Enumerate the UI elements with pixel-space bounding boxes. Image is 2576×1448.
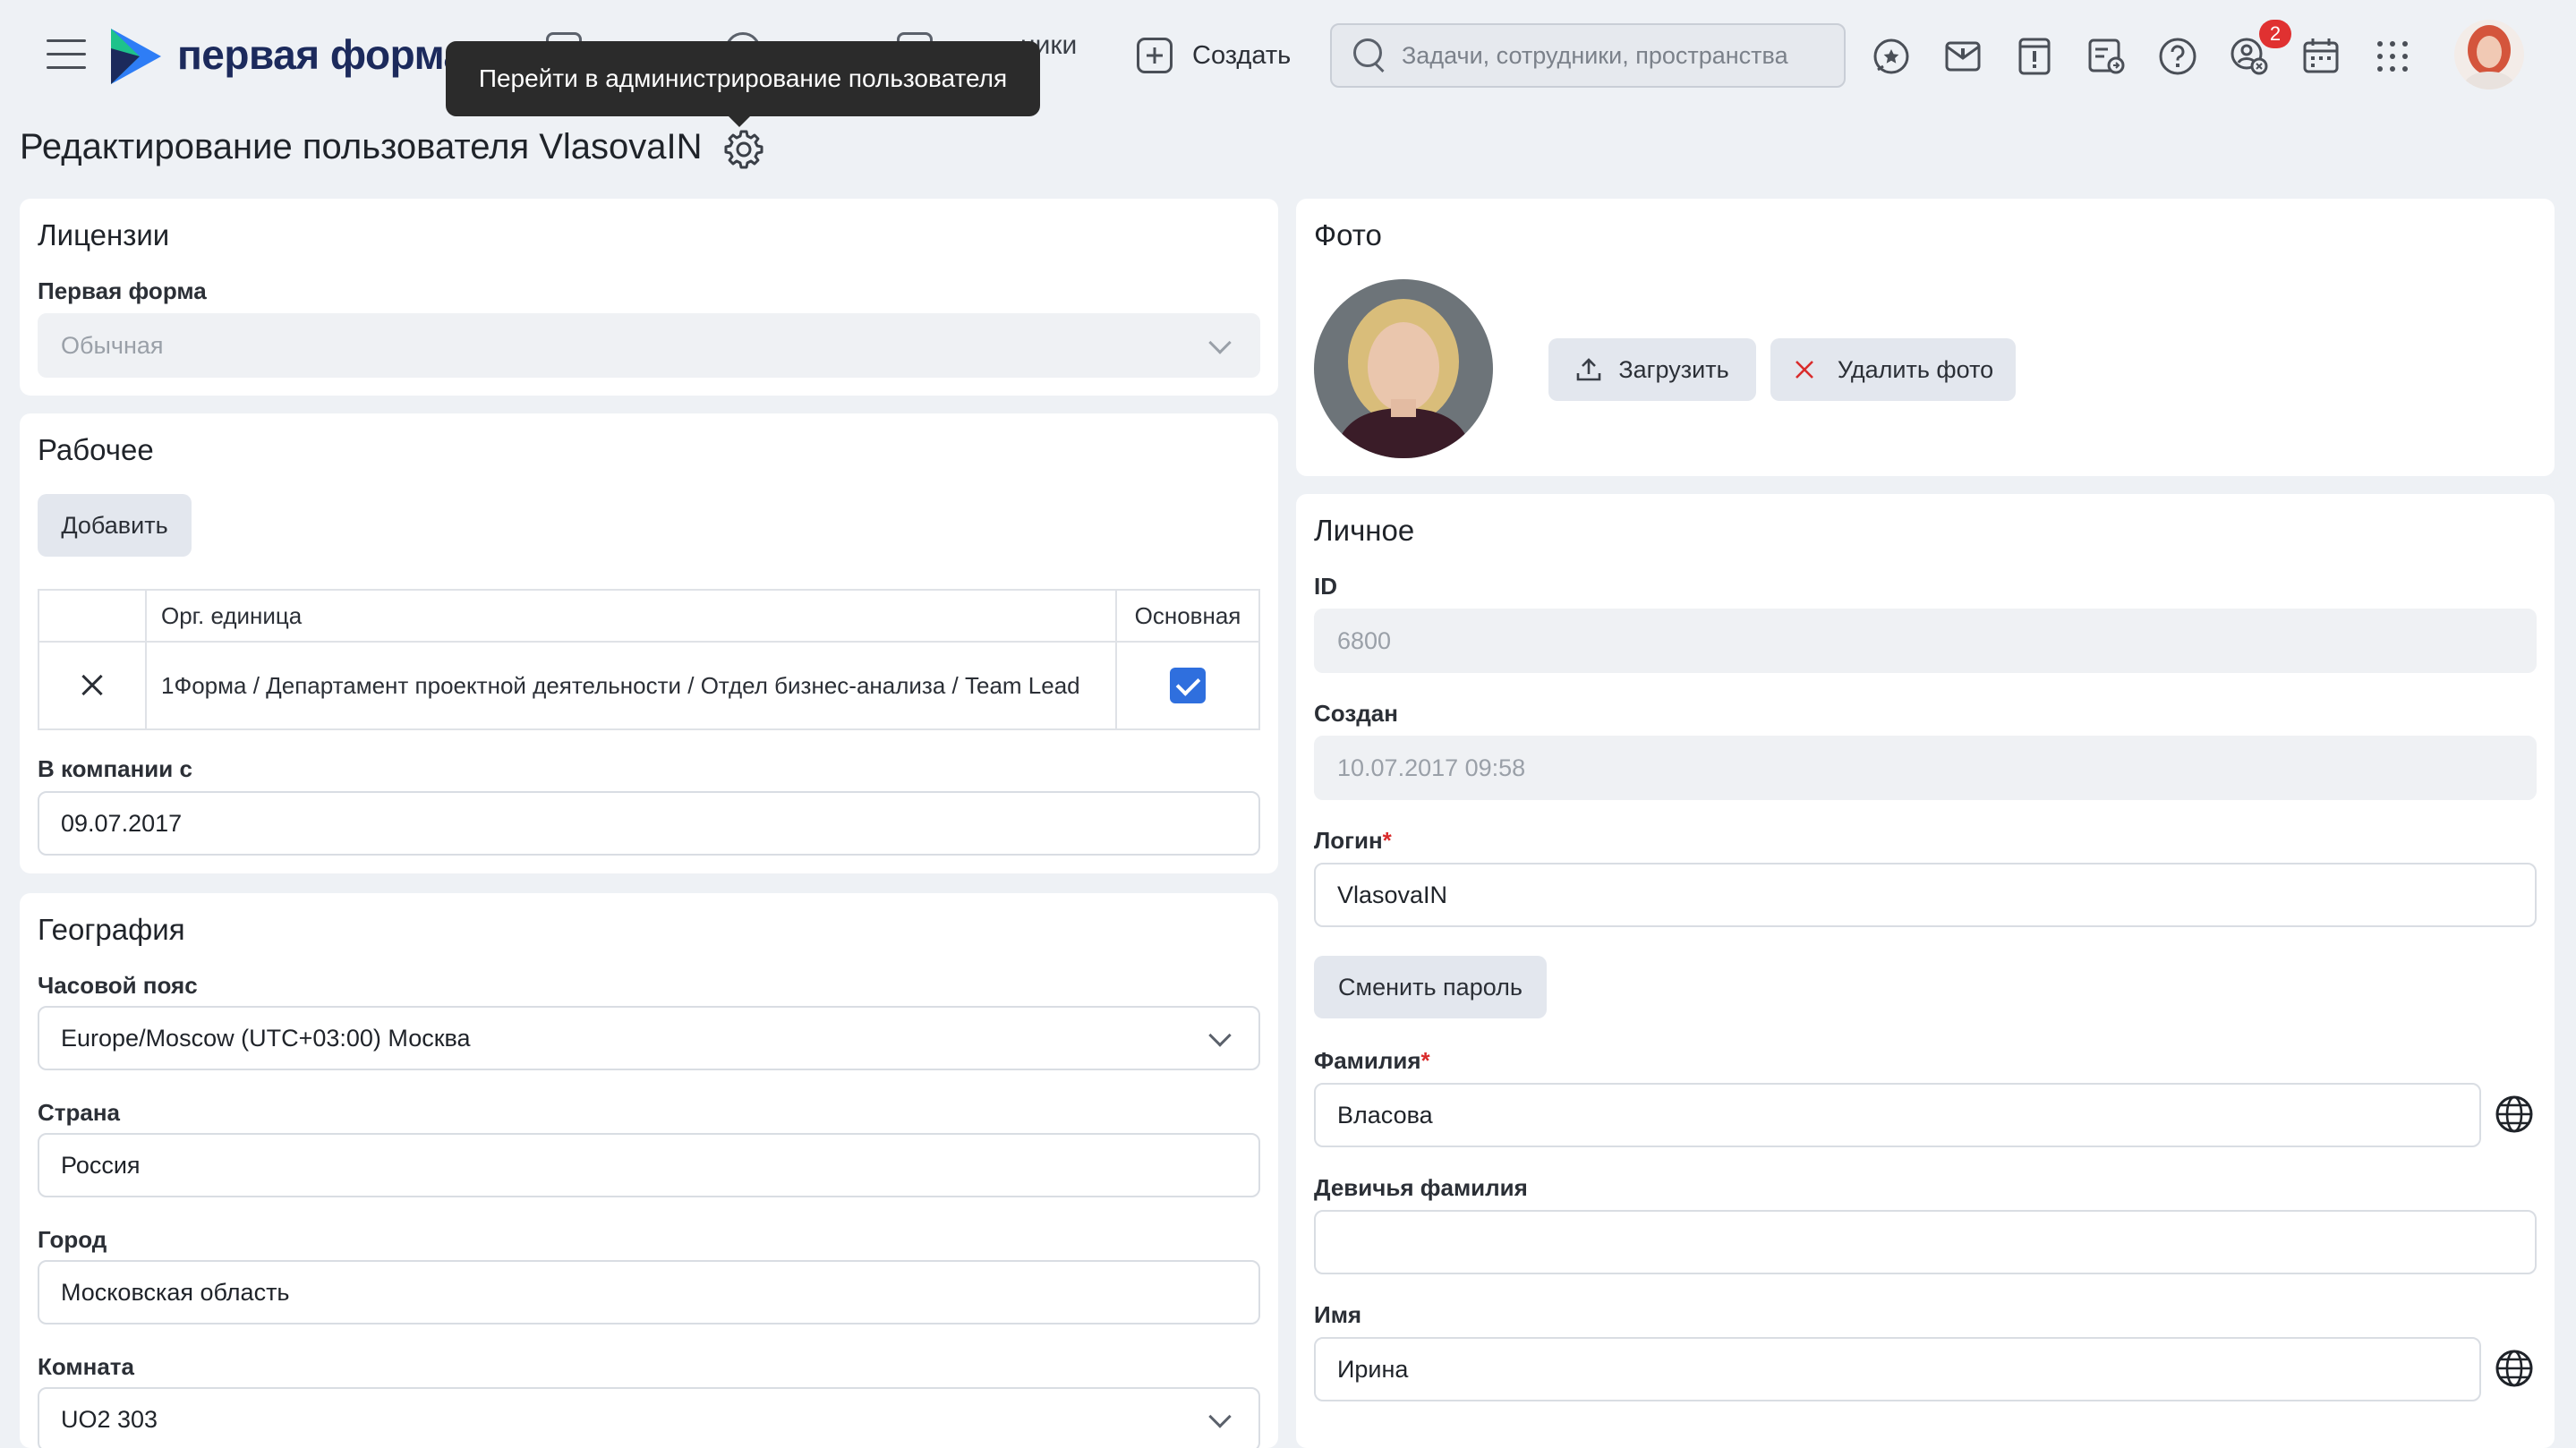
created-field: 10.07.2017 09:58: [1314, 736, 2537, 800]
login-value: VlasovaIN: [1337, 881, 1448, 908]
column-header: Основная: [1115, 589, 1260, 643]
column-header: Орг. единица: [145, 589, 1117, 643]
maiden-label: Девичья фамилия: [1314, 1174, 1528, 1201]
search-icon: [1353, 38, 1387, 72]
required-mark: *: [1420, 1047, 1430, 1074]
created-label: Создан: [1314, 700, 1398, 727]
brand-name[interactable]: первая форма: [177, 30, 466, 79]
upload-photo-button[interactable]: Загрузить: [1548, 338, 1756, 401]
country-field[interactable]: Россия: [38, 1133, 1260, 1197]
profile-photo: [1314, 279, 1493, 458]
delete-label: Удалить фото: [1837, 355, 1994, 383]
lastname-field[interactable]: Власова: [1314, 1083, 2481, 1147]
tasks-icon[interactable]: [2086, 36, 2127, 77]
licenses-card: Лицензии Первая форма Обычная: [20, 199, 1278, 396]
licenses-title: Лицензии: [38, 218, 170, 251]
timezone-label: Часовой пояс: [38, 972, 198, 999]
personal-title: Личное: [1314, 514, 1415, 547]
id-field: 6800: [1314, 609, 2537, 673]
lastname-label: Фамилия*: [1314, 1047, 1430, 1074]
mail-icon[interactable]: [1942, 36, 1983, 77]
maiden-name-field[interactable]: [1314, 1210, 2537, 1274]
globe-icon[interactable]: [2494, 1348, 2535, 1389]
firstname-label: Имя: [1314, 1301, 1362, 1328]
page-title: Редактирование пользователя VlasovaIN: [20, 127, 703, 166]
firstname-field[interactable]: Ирина: [1314, 1337, 2481, 1401]
required-mark: *: [1382, 827, 1392, 854]
license-value: Обычная: [61, 331, 164, 359]
menu-icon[interactable]: [47, 39, 86, 72]
photo-title: Фото: [1314, 218, 1382, 251]
table-header-row: Орг. единица Основная: [38, 589, 1260, 643]
login-field[interactable]: VlasovaIN: [1314, 863, 2537, 927]
since-date-value: 09.07.2017: [61, 809, 183, 837]
upload-label: Загрузить: [1618, 355, 1729, 383]
photo-card: Фото Загрузить Удалить фото: [1296, 199, 2555, 476]
primary-cell: [1115, 641, 1260, 730]
notification-badge: 2: [2259, 20, 2291, 48]
country-label: Страна: [38, 1099, 121, 1126]
room-label: Комната: [38, 1353, 134, 1380]
created-value: 10.07.2017 09:58: [1337, 754, 1526, 781]
org-unit-cell: 1Форма / Департамент проектной деятельно…: [145, 641, 1117, 730]
chevron-down-icon: [1208, 331, 1232, 354]
remove-cell: [38, 641, 147, 730]
personal-card: Личное ID 6800 Создан 10.07.2017 09:58 Л…: [1296, 494, 2555, 1448]
close-icon[interactable]: [79, 672, 106, 699]
geography-title: География: [38, 913, 185, 946]
country-value: Россия: [61, 1151, 141, 1179]
table-row: 1Форма / Департамент проектной деятельно…: [38, 641, 1260, 730]
chevron-down-icon: [1208, 1024, 1232, 1047]
id-value: 6800: [1337, 626, 1392, 654]
delete-photo-button[interactable]: Удалить фото: [1770, 338, 2016, 401]
favorites-chat-icon[interactable]: [1871, 36, 1912, 77]
help-icon[interactable]: [2157, 36, 2198, 77]
city-value: Московская область: [61, 1278, 290, 1306]
geography-card: География Часовой пояс Europe/Moscow (UT…: [20, 893, 1278, 1448]
work-card: Рабочее Добавить Орг. единица Основная 1…: [20, 413, 1278, 873]
chevron-down-icon: [1208, 1405, 1232, 1428]
globe-icon[interactable]: [2494, 1094, 2535, 1135]
room-select[interactable]: UO2 303: [38, 1387, 1260, 1448]
timezone-value: Europe/Moscow (UTC+03:00) Москва: [61, 1024, 471, 1052]
alert-icon[interactable]: [2014, 36, 2055, 77]
since-label: В компании с: [38, 755, 192, 782]
city-field[interactable]: Московская область: [38, 1260, 1260, 1324]
apps-grid-icon[interactable]: [2372, 36, 2413, 77]
search-input[interactable]: [1402, 41, 1831, 70]
upload-icon: [1577, 358, 1601, 381]
work-title: Рабочее: [38, 433, 154, 466]
timezone-select[interactable]: Europe/Moscow (UTC+03:00) Москва: [38, 1006, 1260, 1070]
plus-icon: [1137, 38, 1173, 73]
room-value: UO2 303: [61, 1405, 158, 1433]
since-date-field[interactable]: 09.07.2017: [38, 791, 1260, 856]
create-button[interactable]: Создать: [1137, 32, 1291, 79]
delete-icon: [1795, 361, 1813, 379]
license-label: Первая форма: [38, 277, 207, 304]
login-label: Логин*: [1314, 827, 1392, 854]
id-label: ID: [1314, 573, 1337, 600]
city-label: Город: [38, 1226, 107, 1253]
firstname-value: Ирина: [1337, 1355, 1409, 1383]
primary-checkbox[interactable]: [1170, 668, 1206, 703]
admin-tooltip: Перейти в администрирование пользователя: [446, 41, 1040, 127]
column-header: [38, 589, 147, 643]
license-select: Обычная: [38, 313, 1260, 378]
logo-icon: [111, 29, 161, 84]
add-org-unit-button[interactable]: Добавить: [38, 494, 192, 557]
user-avatar[interactable]: [2454, 20, 2524, 89]
create-label: Создать: [1192, 40, 1292, 70]
search-box[interactable]: [1330, 23, 1846, 88]
org-units-table: Орг. единица Основная 1Форма / Департаме…: [38, 589, 1260, 730]
change-password-button[interactable]: Сменить пароль: [1314, 956, 1547, 1018]
lastname-value: Власова: [1337, 1101, 1433, 1129]
calendar-icon[interactable]: [2300, 36, 2341, 77]
top-bar: первая форма ники Создать 2: [0, 0, 2576, 115]
